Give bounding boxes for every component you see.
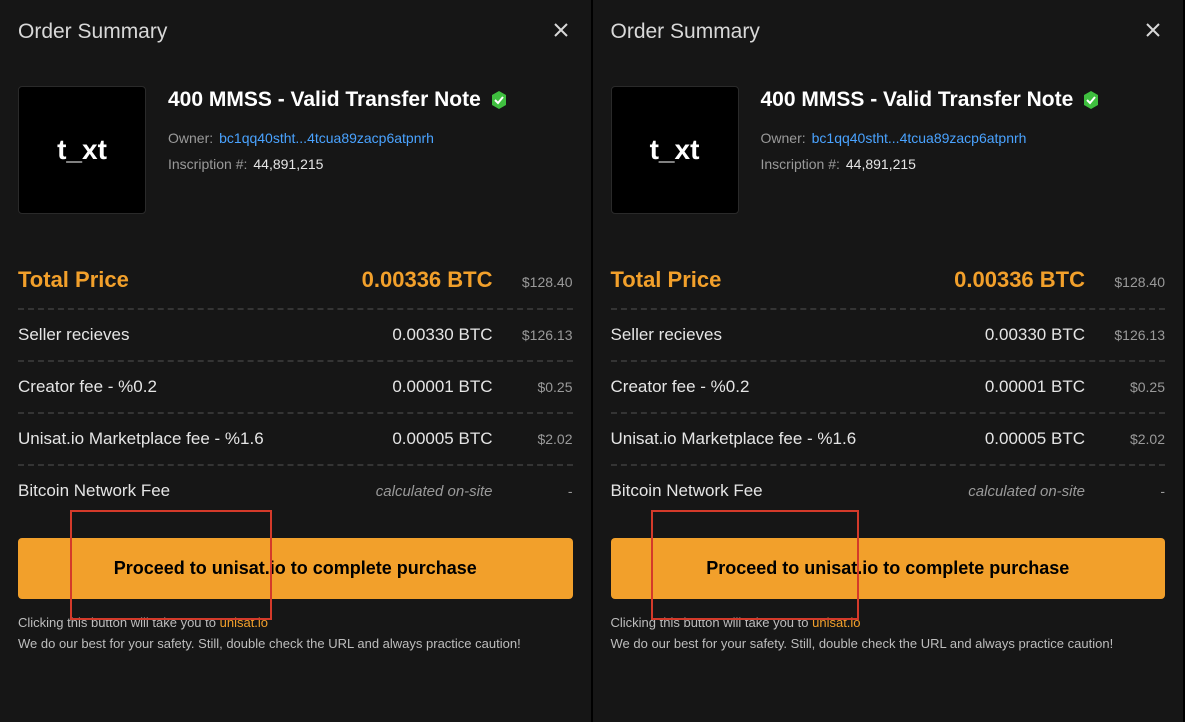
owner-address-link[interactable]: bc1qq40stht...4tcua89zacp6atpnrh: [812, 130, 1027, 146]
proceed-button[interactable]: Proceed to unisat.io to complete purchas…: [18, 538, 573, 599]
seller-usd: $126.13: [515, 327, 573, 343]
item-title-row: 400 MMSS - Valid Transfer Note: [168, 88, 573, 112]
network-usd: -: [1107, 483, 1165, 499]
market-label: Unisat.io Marketplace fee - %1.6: [611, 429, 985, 449]
item-info: 400 MMSS - Valid Transfer Note Owner: bc…: [168, 86, 573, 214]
item-info: 400 MMSS - Valid Transfer Note Owner: bc…: [761, 86, 1166, 214]
total-btc: 0.00336 BTC: [954, 267, 1085, 293]
close-button[interactable]: [549, 18, 573, 46]
network-note: calculated on-site: [968, 483, 1085, 500]
creator-btc: 0.00001 BTC: [392, 377, 492, 397]
order-summary-panel-right: Order Summary t_xt 400 MMSS - Valid Tran…: [593, 0, 1185, 722]
marketplace-fee-row: Unisat.io Marketplace fee - %1.6 0.00005…: [611, 414, 1166, 464]
creator-usd: $0.25: [1107, 379, 1165, 395]
seller-row: Seller recieves 0.00330 BTC $126.13: [18, 310, 573, 360]
item-title: 400 MMSS - Valid Transfer Note: [168, 88, 481, 112]
inscription-number: 44,891,215: [253, 156, 323, 172]
marketplace-fee-row: Unisat.io Marketplace fee - %1.6 0.00005…: [18, 414, 573, 464]
total-btc: 0.00336 BTC: [362, 267, 493, 293]
market-usd: $2.02: [515, 431, 573, 447]
panel-header: Order Summary: [18, 18, 573, 46]
inscription-number: 44,891,215: [846, 156, 916, 172]
disclaimer-line2: We do our best for your safety. Still, d…: [18, 636, 521, 651]
item-thumbnail: t_xt: [611, 86, 739, 214]
total-price-row: Total Price 0.00336 BTC $128.40: [18, 252, 573, 308]
seller-label: Seller recieves: [18, 325, 392, 345]
market-btc: 0.00005 BTC: [392, 429, 492, 449]
seller-btc: 0.00330 BTC: [985, 325, 1085, 345]
proceed-button[interactable]: Proceed to unisat.io to complete purchas…: [611, 538, 1166, 599]
verified-badge-icon: [1081, 90, 1101, 110]
total-price-row: Total Price 0.00336 BTC $128.40: [611, 252, 1166, 308]
order-summary-panel-left: Order Summary t_xt 400 MMSS - Valid Tran…: [0, 0, 593, 722]
disclaimer-link[interactable]: unisat.io: [812, 615, 860, 630]
creator-fee-row: Creator fee - %0.2 0.00001 BTC $0.25: [611, 362, 1166, 412]
inscription-row: Inscription #: 44,891,215: [168, 156, 573, 172]
creator-btc: 0.00001 BTC: [985, 377, 1085, 397]
creator-fee-row: Creator fee - %0.2 0.00001 BTC $0.25: [18, 362, 573, 412]
seller-usd: $126.13: [1107, 327, 1165, 343]
panel-title: Order Summary: [611, 20, 760, 44]
creator-usd: $0.25: [515, 379, 573, 395]
disclaimer: Clicking this button will take you to un…: [611, 613, 1166, 655]
network-usd: -: [515, 483, 573, 499]
seller-row: Seller recieves 0.00330 BTC $126.13: [611, 310, 1166, 360]
panel-header: Order Summary: [611, 18, 1166, 46]
network-fee-row: Bitcoin Network Fee calculated on-site -: [18, 466, 573, 516]
owner-address-link[interactable]: bc1qq40stht...4tcua89zacp6atpnrh: [219, 130, 434, 146]
network-label: Bitcoin Network Fee: [18, 481, 376, 501]
total-usd: $128.40: [515, 274, 573, 290]
total-usd: $128.40: [1107, 274, 1165, 290]
market-usd: $2.02: [1107, 431, 1165, 447]
disclaimer-prefix: Clicking this button will take you to: [611, 615, 813, 630]
proceed-wrap: Proceed to unisat.io to complete purchas…: [611, 538, 1166, 599]
item-title-row: 400 MMSS - Valid Transfer Note: [761, 88, 1166, 112]
close-button[interactable]: [1141, 18, 1165, 46]
item-row: t_xt 400 MMSS - Valid Transfer Note Owne…: [611, 86, 1166, 214]
owner-label: Owner:: [761, 130, 806, 146]
inscription-label: Inscription #:: [761, 156, 840, 172]
close-icon: [1145, 22, 1161, 38]
owner-row: Owner: bc1qq40stht...4tcua89zacp6atpnrh: [761, 130, 1166, 146]
item-title: 400 MMSS - Valid Transfer Note: [761, 88, 1074, 112]
disclaimer-link[interactable]: unisat.io: [220, 615, 268, 630]
disclaimer: Clicking this button will take you to un…: [18, 613, 573, 655]
panel-title: Order Summary: [18, 20, 167, 44]
network-note: calculated on-site: [376, 483, 493, 500]
item-row: t_xt 400 MMSS - Valid Transfer Note Owne…: [18, 86, 573, 214]
disclaimer-prefix: Clicking this button will take you to: [18, 615, 220, 630]
inscription-label: Inscription #:: [168, 156, 247, 172]
close-icon: [553, 22, 569, 38]
item-thumbnail: t_xt: [18, 86, 146, 214]
proceed-wrap: Proceed to unisat.io to complete purchas…: [18, 538, 573, 599]
creator-label: Creator fee - %0.2: [611, 377, 985, 397]
market-label: Unisat.io Marketplace fee - %1.6: [18, 429, 392, 449]
inscription-row: Inscription #: 44,891,215: [761, 156, 1166, 172]
total-label: Total Price: [611, 267, 955, 293]
total-label: Total Price: [18, 267, 362, 293]
owner-label: Owner:: [168, 130, 213, 146]
network-fee-row: Bitcoin Network Fee calculated on-site -: [611, 466, 1166, 516]
network-label: Bitcoin Network Fee: [611, 481, 969, 501]
seller-btc: 0.00330 BTC: [392, 325, 492, 345]
owner-row: Owner: bc1qq40stht...4tcua89zacp6atpnrh: [168, 130, 573, 146]
verified-badge-icon: [489, 90, 509, 110]
market-btc: 0.00005 BTC: [985, 429, 1085, 449]
disclaimer-line2: We do our best for your safety. Still, d…: [611, 636, 1114, 651]
creator-label: Creator fee - %0.2: [18, 377, 392, 397]
seller-label: Seller recieves: [611, 325, 985, 345]
